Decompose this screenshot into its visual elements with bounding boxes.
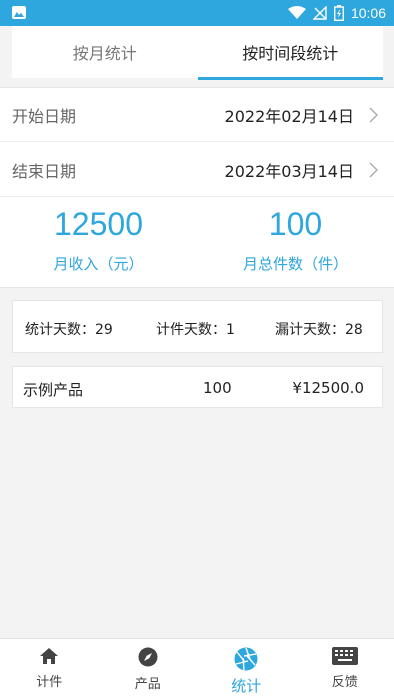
nav-item-product[interactable]: 产品 [99,639,198,700]
nav-label: 统计 [231,677,262,695]
nav-label: 反馈 [331,675,358,690]
nav-item-feedback[interactable]: 反馈 [296,639,394,700]
tab-bar: 按月统计 按时间段统计 [12,26,384,80]
period-card: 开始日期 2022年02月14日 结束日期 2022年03月14日 12500 … [0,87,394,288]
chevron-right-icon [369,162,378,178]
image-icon [12,6,26,19]
start-date-label: 开始日期 [12,106,77,126]
end-date-label: 结束日期 [12,161,77,181]
product-count: 100 [203,379,232,397]
list-item[interactable]: 示例产品 100 ¥12500.0 [12,366,383,408]
battery-icon [333,5,344,21]
bottom-nav: 计件 产品 统计 反馈 [0,638,394,700]
nav-label: 产品 [134,677,161,692]
stat-days: 统计天数：29 [25,322,113,338]
start-date-row[interactable]: 开始日期 2022年02月14日 [0,88,394,142]
pieces-label: 月总件数（件） [242,255,348,273]
days-summary: 统计天数：29 计件天数：1 漏计天数：28 [12,300,383,353]
pieces-value: 100 [268,206,323,242]
aperture-icon [234,647,258,671]
nav-item-piece[interactable]: 计件 [0,639,99,700]
keyboard-icon [331,647,358,665]
no-signal-icon [312,6,327,20]
tab-period[interactable]: 按时间段统计 [197,26,384,80]
end-date-row[interactable]: 结束日期 2022年03月14日 [0,143,394,197]
income-label: 月收入（元） [53,255,144,273]
income-value: 12500 [54,206,143,242]
status-bar: 10:06 [0,0,394,26]
status-time: 10:06 [350,5,386,21]
compass-icon [138,647,158,667]
nav-item-stats[interactable]: 统计 [197,639,296,700]
start-date-value: 2022年02月14日 [224,106,354,126]
piece-days: 计件天数：1 [156,322,235,338]
missed-days: 漏计天数：28 [275,322,363,338]
home-icon [40,648,59,664]
wifi-icon [287,6,306,19]
end-date-value: 2022年03月14日 [224,161,354,181]
income-stat: 12500 月收入（元） [0,198,197,288]
tab-monthly[interactable]: 按月统计 [12,26,198,78]
pieces-stat: 100 月总件数（件） [197,198,394,288]
chevron-right-icon [369,107,378,123]
stats-panel: 12500 月收入（元） 100 月总件数（件） [0,198,394,288]
product-name: 示例产品 [23,381,84,399]
nav-label: 计件 [36,675,63,690]
product-amount: ¥12500.0 [292,379,364,397]
